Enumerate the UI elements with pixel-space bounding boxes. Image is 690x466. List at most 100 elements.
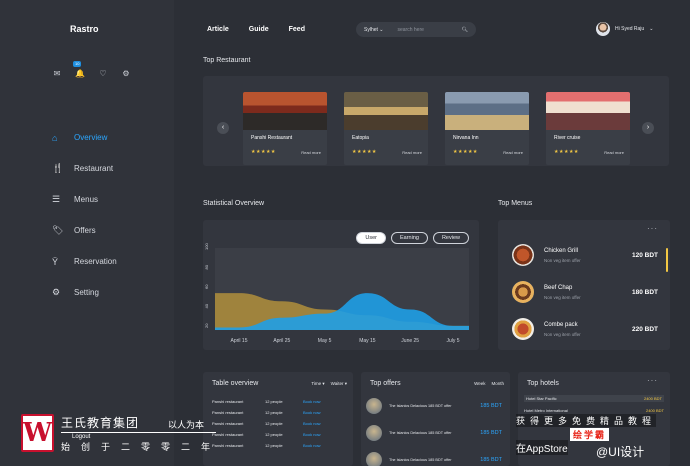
y-tick-label: 80 xyxy=(204,264,209,269)
cell-people: 12 people xyxy=(265,443,283,448)
promo-text: 获得更多免费精品教程 xyxy=(516,414,657,427)
waiter-filter[interactable]: Waiter ▾ xyxy=(331,381,347,387)
read-more-link[interactable]: Read more xyxy=(604,150,624,155)
table-overview-panel: Table overview Time ▾ Waiter ▾ Panshi res… xyxy=(203,372,353,466)
offer-image xyxy=(366,398,382,414)
company-logo: W xyxy=(21,414,54,452)
restaurant-name: Eatopia xyxy=(352,135,369,141)
cutlery-icon: 🍴 xyxy=(52,163,64,173)
section-title-top-restaurant: Top Restaurant xyxy=(203,57,251,64)
restaurant-card[interactable]: Panshi Restaurant ★★★★★ Read more xyxy=(243,92,327,165)
heart-icon[interactable]: ♡ xyxy=(98,69,108,79)
city-select[interactable]: Sylhet ⌄ xyxy=(364,27,384,33)
rating-stars: ★★★★★ xyxy=(352,149,377,155)
mail-icon[interactable]: ✉ xyxy=(52,69,62,79)
company-name: 王氏教育集团 xyxy=(61,416,140,430)
time-filter[interactable]: Time ▾ xyxy=(311,381,324,387)
more-icon[interactable]: ··· xyxy=(647,224,658,233)
carousel-prev-icon[interactable]: ‹ xyxy=(217,122,229,134)
table-row: Panshi restaurant 12 people Book now xyxy=(212,443,344,448)
cell-people: 12 people xyxy=(265,399,283,404)
restaurant-image xyxy=(243,92,327,130)
menu-price: 120 BDT xyxy=(631,251,658,259)
more-icon[interactable]: ··· xyxy=(647,376,658,385)
x-tick-label: April 15 xyxy=(231,338,248,344)
sidebar-item-menus[interactable]: ☰ Menus xyxy=(52,184,117,215)
hotel-row[interactable]: Hotel Star Pacific 2400 BDT xyxy=(524,395,664,402)
restaurant-name: Nirvana Inn xyxy=(453,135,479,141)
menu-item[interactable]: Chicken Grill Non veg item offer 120 BDT xyxy=(512,244,658,266)
hotel-row[interactable]: Hotel Metro International 2400 BDT xyxy=(524,408,664,413)
offer-price: 185 BDT xyxy=(480,403,502,409)
rating-stars: ★★★★★ xyxy=(251,149,276,155)
gear-icon[interactable]: ⚙ xyxy=(121,69,131,79)
book-now-link[interactable]: Book now xyxy=(303,443,321,448)
sidebar-item-label: Menus xyxy=(74,195,99,204)
x-tick-label: May 5 xyxy=(318,338,332,344)
restaurant-card[interactable]: River cruise ★★★★★ Read more xyxy=(546,92,630,165)
read-more-link[interactable]: Read more xyxy=(402,150,422,155)
carousel-next-icon[interactable]: › xyxy=(642,122,654,134)
scrollbar[interactable] xyxy=(666,248,668,272)
menu-name: Beef Chap xyxy=(544,284,573,291)
brand-logo[interactable]: Rastro xyxy=(70,24,99,34)
table-row: Panshi restaurant 12 people Book now xyxy=(212,432,344,437)
nav-guide[interactable]: Guide xyxy=(249,26,269,33)
offer-row[interactable]: The Islanics Delacious 185 BDT offer 185 … xyxy=(366,425,502,441)
menu-name: Combe pack xyxy=(544,321,578,328)
bell-icon[interactable]: 10 🔔 xyxy=(73,61,85,79)
brand-suffix: tro xyxy=(86,24,99,34)
menu-item[interactable]: Beef Chap Non veg item offer 180 BDT xyxy=(512,281,658,303)
menu-price: 220 BDT xyxy=(631,325,658,333)
search-icon[interactable]: 🔍︎ xyxy=(462,27,468,33)
nav-article[interactable]: Article xyxy=(207,26,229,33)
sidebar-item-setting[interactable]: ⚙ Setting xyxy=(52,277,117,308)
watermark: @UI设计 xyxy=(596,445,645,459)
cell-people: 12 people xyxy=(265,410,283,415)
sidebar-item-overview[interactable]: ⌂ Overview xyxy=(52,122,117,153)
top-offers-panel: Top offers Week Month The Islanics Delaci… xyxy=(361,372,510,466)
book-now-link[interactable]: Book now xyxy=(303,432,321,437)
city-label: Sylhet xyxy=(364,26,378,33)
menu-item[interactable]: Combe pack Non veg item offer 220 BDT xyxy=(512,318,658,340)
offer-row[interactable]: The Islanics Delacious 185 BDT offer 185 … xyxy=(366,398,502,414)
sidebar-item-restaurant[interactable]: 🍴 Restaurant xyxy=(52,153,117,184)
week-filter[interactable]: Week xyxy=(474,381,485,386)
hotel-name: Hotel Star Pacific xyxy=(526,396,557,401)
search-input[interactable]: search here xyxy=(398,27,462,33)
offer-image xyxy=(366,425,382,441)
restaurant-card[interactable]: Nirvana Inn ★★★★★ Read more xyxy=(445,92,529,165)
promo-store: 在AppStore xyxy=(516,440,568,455)
reservation-icon: Ÿ xyxy=(52,256,59,267)
sidebar-item-label: Reservation xyxy=(74,257,117,266)
offer-text: The Islanics Delacious 185 BDT offer xyxy=(389,404,452,408)
book-now-link[interactable]: Book now xyxy=(303,399,321,404)
offer-row[interactable]: The Islanics Delacious 185 BDT offer 185 … xyxy=(366,452,502,466)
read-more-link[interactable]: Read more xyxy=(301,150,321,155)
book-now-link[interactable]: Book now xyxy=(303,410,321,415)
sidebar-item-offers[interactable]: 🏷 Offers xyxy=(52,215,117,246)
restaurant-image xyxy=(344,92,428,130)
notification-badge: 10 xyxy=(73,61,82,67)
company-founded: 始创于二零零二年 xyxy=(61,442,222,452)
x-tick-label: April 25 xyxy=(273,338,290,344)
restaurant-card[interactable]: Eatopia ★★★★★ Read more xyxy=(344,92,428,165)
rating-stars: ★★★★★ xyxy=(453,149,478,155)
cell-name: Panshi restaurant xyxy=(212,399,244,404)
restaurant-image xyxy=(445,92,529,130)
sidebar-item-reservation[interactable]: Ÿ Reservation xyxy=(52,246,117,277)
read-more-link[interactable]: Read more xyxy=(503,150,523,155)
restaurant-name: Panshi Restaurant xyxy=(251,135,293,141)
book-now-link[interactable]: Book now xyxy=(303,421,321,426)
nav-feed[interactable]: Feed xyxy=(289,26,305,33)
user-menu[interactable]: Hi Syed Raju ⌄ xyxy=(596,22,653,36)
y-tick-label: 100 xyxy=(204,243,209,250)
offer-text: The Islanics Delacious 185 BDT offer xyxy=(389,431,452,435)
table-row: Panshi restaurant 12 people Book now xyxy=(212,421,344,426)
dashboard-app: Rastro ✉ 10 🔔 ♡ ⚙ ⌂ Overview 🍴 Restaurant ☰… xyxy=(0,0,690,466)
top-nav: Article Guide Feed xyxy=(207,26,305,33)
month-filter[interactable]: Month xyxy=(491,381,504,386)
food-image xyxy=(512,281,534,303)
hotel-price: 2400 BDT xyxy=(645,408,664,413)
statistical-overview-panel: User Earning Review 100 80 60 40 20 April 15 A… xyxy=(203,220,479,350)
